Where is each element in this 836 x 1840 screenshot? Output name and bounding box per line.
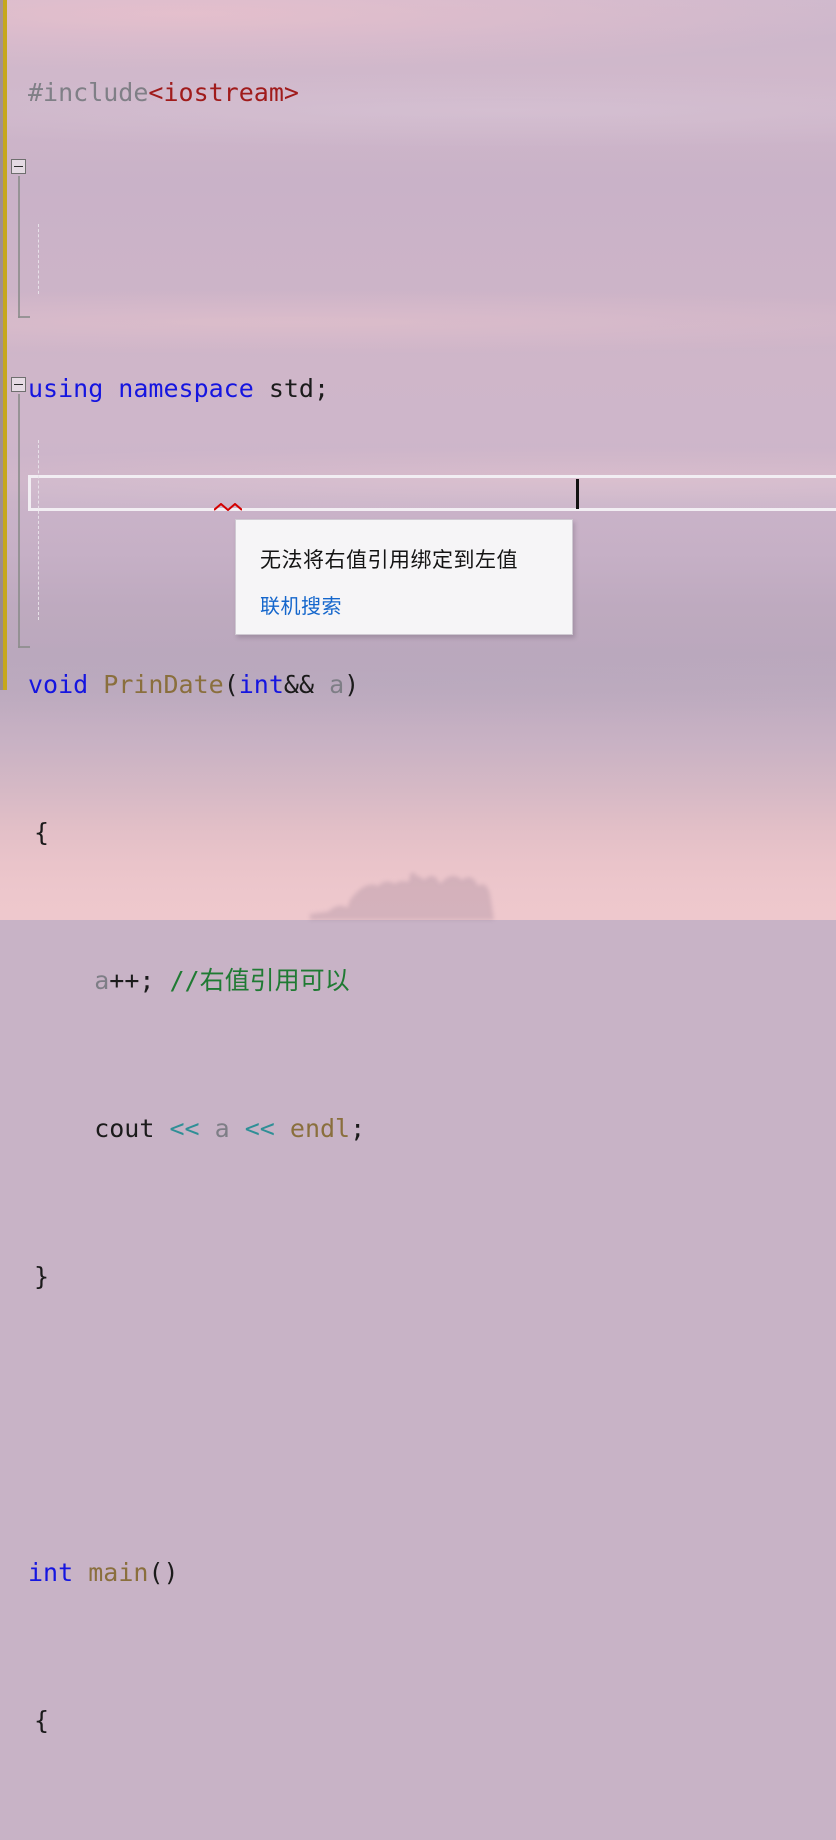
code-token: { [34, 818, 49, 847]
code-token: && [284, 670, 329, 699]
code-token: ( [224, 670, 239, 699]
code-token: << [245, 1114, 290, 1143]
code-line[interactable]: using namespace std; [0, 370, 836, 407]
code-text-area[interactable]: #include<iostream> using namespace std; … [0, 0, 836, 1840]
code-token: cout [34, 1114, 169, 1143]
code-token: <iostream> [148, 78, 299, 107]
code-token: () [148, 1558, 178, 1587]
code-token: ; [350, 1114, 365, 1143]
fold-toggle-main[interactable] [11, 377, 26, 392]
code-token: int [239, 670, 284, 699]
code-token: a [215, 1114, 245, 1143]
error-tooltip[interactable]: 无法将右值引用绑定到左值 联机搜索 [235, 519, 573, 635]
code-line[interactable]: void PrinDate(int&& a) [0, 666, 836, 703]
fold-toggle-prindate[interactable] [11, 159, 26, 174]
code-token: { [34, 1706, 49, 1735]
code-token [34, 966, 94, 995]
code-token: ) [344, 670, 359, 699]
code-comment: //右值引用可以 [170, 966, 350, 995]
fold-bracket-main [18, 394, 20, 648]
code-token: main [88, 1558, 148, 1587]
code-line[interactable]: { [0, 1702, 836, 1739]
code-line[interactable]: int main() [0, 1554, 836, 1591]
code-line[interactable]: a++; //右值引用可以 [0, 962, 836, 999]
fold-bracket-foot-main [18, 646, 30, 648]
code-token: using namespace [28, 374, 269, 403]
code-line[interactable]: #include<iostream> [0, 74, 836, 111]
code-token: << [169, 1114, 214, 1143]
code-token: ++; [109, 966, 169, 995]
error-squiggle-icon [214, 503, 242, 511]
code-token: std; [269, 374, 329, 403]
code-token: #include [28, 78, 148, 107]
code-editor[interactable]: #include<iostream> using namespace std; … [0, 0, 836, 700]
code-line[interactable]: } [0, 1258, 836, 1295]
code-line-blank[interactable] [0, 222, 836, 259]
code-line[interactable]: cout << a << endl; [0, 1110, 836, 1147]
code-token: } [34, 1262, 49, 1291]
fold-bracket-prindate [18, 176, 20, 318]
code-token: PrinDate [103, 670, 223, 699]
code-token: void [28, 670, 103, 699]
code-line-blank[interactable] [0, 1406, 836, 1443]
text-caret [576, 479, 579, 509]
code-token: a [329, 670, 344, 699]
code-token: a [94, 966, 109, 995]
code-token: endl [290, 1114, 350, 1143]
fold-bracket-foot-prindate [18, 316, 30, 318]
error-tooltip-message: 无法将右值引用绑定到左值 [260, 544, 518, 574]
online-search-link[interactable]: 联机搜索 [260, 590, 342, 619]
code-token: int [28, 1558, 88, 1587]
current-line-highlight [28, 475, 836, 511]
code-line[interactable]: { [0, 814, 836, 851]
